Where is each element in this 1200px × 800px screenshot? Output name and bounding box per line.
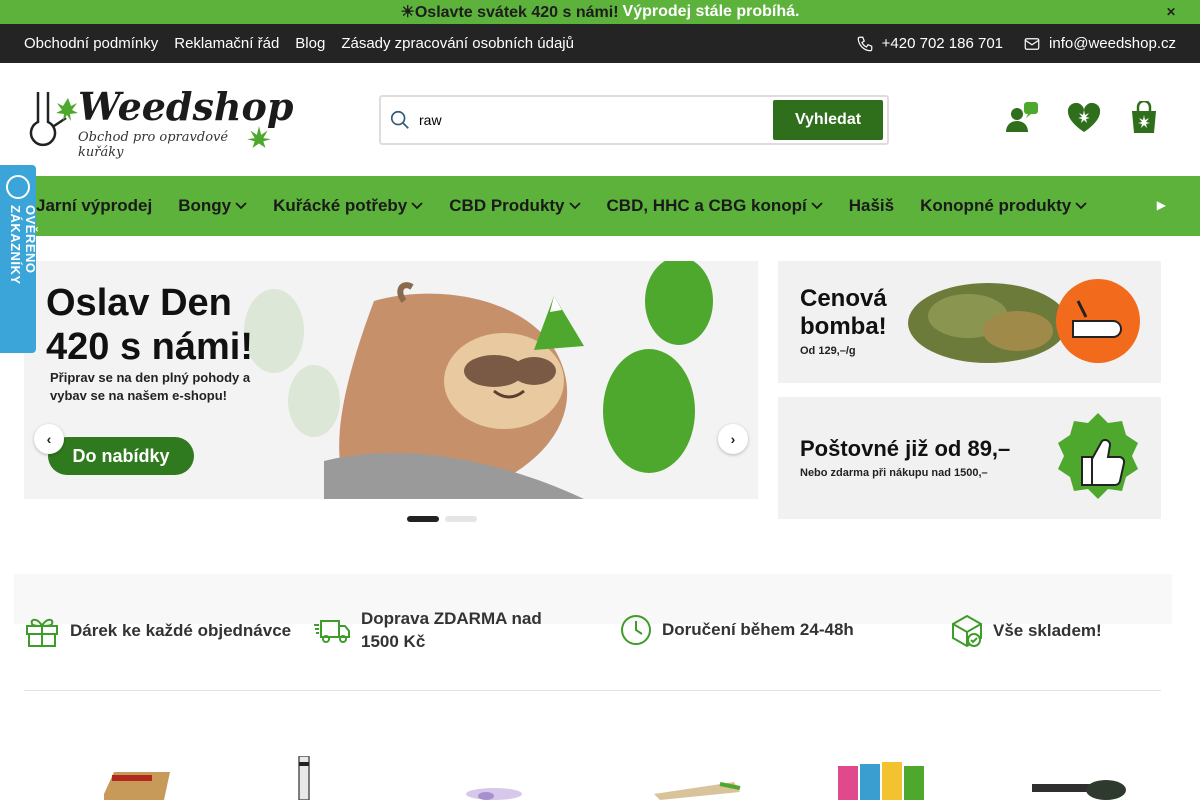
nav-item-cbd-products[interactable]: CBD Produkty <box>449 196 581 216</box>
phone-icon <box>857 36 873 51</box>
benefit-gift: Dárek ke každé objednávce <box>24 614 291 648</box>
announcement-link[interactable]: Výprodej stále probíhá. <box>623 3 800 21</box>
hero-slider[interactable]: Oslav Den 420 s námi! Připrav se na den … <box>24 261 758 499</box>
account-icon[interactable] <box>1004 102 1040 134</box>
nav-item-label: Jarní výprodej <box>36 196 153 215</box>
logo-name: Weedshop <box>78 83 294 129</box>
close-icon[interactable]: ✕ <box>1166 5 1176 19</box>
phone-contact[interactable]: +420 702 186 701 <box>856 35 1003 53</box>
search-bar: Vyhledat <box>379 95 889 145</box>
email-address: info@weedshop.cz <box>1049 35 1176 52</box>
main-navigation: Jarní výprodej Bongy Kuřácké potřeby CBD… <box>0 176 1200 236</box>
nav-item-bongs[interactable]: Bongy <box>178 196 247 216</box>
benefit-delivery-time: Doručení během 24-48h <box>620 614 854 646</box>
nav-item-label: Kuřácké potřeby <box>273 196 408 215</box>
benefit-text: Dárek ke každé objednávce <box>70 621 292 640</box>
more-menu-icon[interactable]: ▶ <box>1157 198 1166 212</box>
verified-seal-icon <box>6 175 30 199</box>
promo-title: Poštovné již od 89,– <box>800 436 1011 461</box>
verified-badge[interactable]: OVĚŘENO ZÁKAZNÍKY <box>0 165 38 353</box>
nav-item-label: Hašiš <box>848 196 895 215</box>
chevron-down-icon <box>235 202 247 210</box>
chevron-down-icon <box>568 202 581 210</box>
slider-next-button[interactable]: › <box>718 424 748 454</box>
search-input[interactable] <box>419 112 773 128</box>
bud-illustration <box>908 279 1140 363</box>
leaf-icon <box>247 125 271 148</box>
top-bar: Obchodní podmínky Reklamační řád Blog Zá… <box>0 24 1200 63</box>
product-image-pipe[interactable] <box>1028 778 1128 800</box>
complaints-link[interactable]: Reklamační řád <box>174 35 279 52</box>
chevron-down-icon <box>411 202 423 210</box>
benefit-text: Doprava ZDARMA nad 1500 Kč <box>361 609 542 651</box>
section-divider <box>24 690 1161 691</box>
promo-banner-shipping[interactable]: Poštovné již od 89,– Nebo zdarma při nák… <box>778 397 1161 519</box>
product-image-grinder[interactable] <box>464 764 524 800</box>
clock-icon <box>621 615 651 645</box>
privacy-link[interactable]: Zásady zpracování osobních údajů <box>341 35 574 52</box>
thumbs-up-icon <box>1058 413 1138 499</box>
nav-item-label: CBD Produkty <box>449 196 565 215</box>
site-logo[interactable]: Weedshop Obchod pro opravdové kuřáky <box>24 84 293 160</box>
gift-icon <box>26 618 58 647</box>
box-check-icon <box>952 614 982 648</box>
nav-item-cbd-hhc-cbg[interactable]: CBD, HHC a CBG konopí <box>607 196 823 216</box>
nav-item-smoking-accessories[interactable]: Kuřácké potřeby <box>273 196 423 216</box>
slider-pagination <box>407 516 477 522</box>
announcement-bar: ☀Oslavte svátek 420 s námi! Výprodej stá… <box>0 0 1200 24</box>
site-header: Weedshop Obchod pro opravdové kuřáky Vyh… <box>0 63 1200 176</box>
announcement-text: ☀Oslavte svátek 420 s námi! <box>400 4 619 21</box>
promo-subtitle: Nebo zdarma při nákupu nad 1500,– <box>800 467 988 479</box>
search-icon <box>390 110 409 129</box>
slider-dot-1[interactable] <box>407 516 439 522</box>
mail-icon <box>1024 37 1040 50</box>
cart-bag-icon[interactable] <box>1128 101 1160 135</box>
logo-tagline: Obchod pro opravdové kuřáky <box>78 129 229 160</box>
benefit-in-stock: Vše skladem! <box>951 614 1102 648</box>
benefit-text: Vše skladem! <box>993 621 1102 640</box>
terms-link[interactable]: Obchodní podmínky <box>24 35 158 52</box>
slider-prev-button[interactable]: ‹ <box>34 424 64 454</box>
product-image-cone[interactable] <box>654 780 744 800</box>
phone-number: +420 702 186 701 <box>881 35 1004 52</box>
chevron-down-icon <box>811 202 823 210</box>
hero-cta-button[interactable]: Do nabídky <box>48 437 194 475</box>
benefit-free-shipping: Doprava ZDARMA nad 1500 Kč <box>313 607 561 653</box>
bong-logo-icon <box>29 91 78 146</box>
hero-subtitle: Připrav se na den plný pohody a vybav se… <box>50 370 251 403</box>
nav-item-hashish[interactable]: Hašiš <box>849 196 894 216</box>
promo-subtitle: Od 129,–/g <box>800 345 856 357</box>
slider-dot-2[interactable] <box>445 516 477 522</box>
hero-title: Oslav Den 420 s námi! <box>46 282 253 368</box>
wishlist-heart-icon[interactable] <box>1066 102 1102 134</box>
delivery-truck-icon <box>314 620 350 643</box>
product-image-printed-papers[interactable] <box>834 760 934 800</box>
blog-link[interactable]: Blog <box>295 35 325 52</box>
search-button[interactable]: Vyhledat <box>773 100 883 140</box>
promo-banner-price[interactable]: Cenová bomba! Od 129,–/g <box>778 261 1161 383</box>
product-carousel <box>24 756 1161 800</box>
promo-title: Cenová bomba! <box>800 285 887 340</box>
verified-badge-text: OVĚŘENO ZÁKAZNÍKY <box>8 205 38 285</box>
product-image-glass-bong[interactable] <box>294 756 314 800</box>
nav-item-hemp-products[interactable]: Konopné produkty <box>920 196 1087 216</box>
email-contact[interactable]: info@weedshop.cz <box>1023 35 1176 53</box>
nav-item-label: CBD, HHC a CBG konopí <box>606 196 807 215</box>
chevron-down-icon <box>1075 202 1087 210</box>
nav-item-spring-sale[interactable]: Jarní výprodej <box>36 196 152 216</box>
benefit-text: Doručení během 24-48h <box>662 620 854 639</box>
product-image-rolling-papers[interactable] <box>98 764 178 800</box>
nav-item-label: Konopné produkty <box>920 196 1072 215</box>
nav-item-label: Bongy <box>178 196 232 215</box>
